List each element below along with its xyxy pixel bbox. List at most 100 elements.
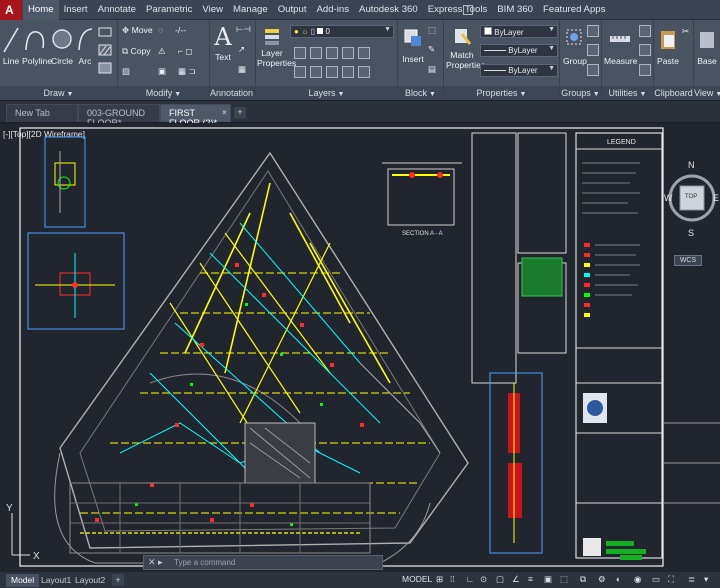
stretch-button[interactable]: ▨ xyxy=(122,66,130,77)
properties-panel-title[interactable]: Properties ▼ xyxy=(444,86,559,100)
tab-view[interactable]: View xyxy=(197,0,228,20)
view-panel-title[interactable]: View ▼ xyxy=(694,86,720,100)
layer-tool-icon[interactable] xyxy=(342,66,354,78)
viewcube-top-face[interactable]: TOP xyxy=(685,194,697,200)
base-view-button[interactable]: Base xyxy=(696,26,718,66)
clipboard-tool-icon[interactable]: ✂ xyxy=(682,26,689,37)
leader-button[interactable]: ↗ xyxy=(238,44,245,55)
layer-properties-button[interactable]: Layer Properties xyxy=(257,26,296,68)
scale-button[interactable]: ▣ xyxy=(158,66,166,77)
text-button[interactable]: A Text xyxy=(214,22,232,62)
group-edit-icon[interactable] xyxy=(587,44,599,56)
tab-output[interactable]: Output xyxy=(273,0,312,20)
fillet-button[interactable]: ⌐ ◻ xyxy=(178,46,193,57)
ortho-icon[interactable]: ∟ xyxy=(466,574,474,584)
linetype-dropdown[interactable]: ByLayer ▼ xyxy=(480,44,558,57)
mirror-button[interactable]: ⚠ xyxy=(158,46,166,57)
layout-tab-model[interactable]: Model xyxy=(6,574,40,587)
layout-tab-layout2[interactable]: Layout2 xyxy=(70,574,110,587)
tab-insert[interactable]: Insert xyxy=(59,0,93,20)
tab-home[interactable]: Home xyxy=(23,0,59,20)
clipboard-panel-title[interactable]: Clipboard xyxy=(654,86,693,100)
grid-icon[interactable]: ⊞ xyxy=(436,574,443,585)
otrack-icon[interactable]: ∠ xyxy=(512,574,520,585)
command-input[interactable]: Type a command xyxy=(174,558,235,567)
tab-annotate[interactable]: Annotate xyxy=(93,0,141,20)
hatch-icon[interactable] xyxy=(98,44,112,56)
minimize-ribbon-icon[interactable] xyxy=(463,5,473,15)
layer-tool-icon[interactable] xyxy=(310,66,322,78)
new-tab-icon[interactable]: + xyxy=(234,107,246,119)
osnap-icon[interactable]: ▢ xyxy=(496,574,504,585)
drawing-canvas[interactable]: [-][Top][2D Wireframe] SECTION A - A LEG… xyxy=(0,123,720,572)
file-tab-ground-floor[interactable]: 003-GROUND FLOOR* xyxy=(78,104,160,128)
layer-tool-icon[interactable] xyxy=(358,47,370,59)
file-tab-new[interactable]: New Tab xyxy=(6,104,78,122)
tab-featured-apps[interactable]: Featured Apps xyxy=(538,0,610,20)
measure-button[interactable]: Measure xyxy=(604,26,637,66)
color-dropdown[interactable]: ByLayer ▼ xyxy=(480,25,558,38)
isolate-icon[interactable]: ◐ xyxy=(616,574,621,584)
lineweight-icon[interactable]: ≡ xyxy=(528,574,533,584)
utility-tool-icon[interactable] xyxy=(639,64,651,76)
menu-icon[interactable]: ▾ xyxy=(704,574,708,585)
annotation-panel-title[interactable]: Annotation▼ xyxy=(210,86,262,100)
line-button[interactable]: Line xyxy=(2,24,20,66)
application-menu-button[interactable]: A xyxy=(0,0,22,20)
snap-icon[interactable]: ⁞⁞ xyxy=(450,574,455,584)
tab-manage[interactable]: Manage xyxy=(228,0,273,20)
viewcube-south[interactable]: S xyxy=(688,228,694,238)
modify-panel-title[interactable]: Modify ▼ xyxy=(118,86,209,100)
gradient-icon[interactable] xyxy=(98,62,112,74)
close-command-icon[interactable]: ✕ ▸ xyxy=(148,557,163,568)
hardware-accel-icon[interactable]: ◉ xyxy=(634,574,641,585)
utilities-panel-title[interactable]: Utilities ▼ xyxy=(602,86,653,100)
viewcube-north[interactable]: N xyxy=(688,160,695,170)
layer-tool-icon[interactable] xyxy=(294,47,306,59)
layer-tool-icon[interactable] xyxy=(326,47,338,59)
groups-panel-title[interactable]: Groups ▼ xyxy=(560,86,601,100)
tab-add-ins[interactable]: Add-ins xyxy=(312,0,355,20)
annotation-scale-icon[interactable]: ⧉ xyxy=(580,574,586,585)
layer-dropdown[interactable]: ● ☼ ▯ 0 ▼ xyxy=(290,25,394,38)
match-properties-button[interactable]: Match Properties xyxy=(446,26,485,70)
layers-panel-title[interactable]: Layers ▼ xyxy=(256,86,397,100)
polar-icon[interactable]: ⊙ xyxy=(480,574,487,585)
viewcube[interactable]: N S W E TOP xyxy=(664,160,720,243)
file-tab-first-floor[interactable]: FIRST FLOOR (2)* xyxy=(160,104,231,128)
attribute-button[interactable]: ▤ xyxy=(428,64,436,75)
circle-button[interactable]: Circle xyxy=(51,24,73,66)
ungroup-icon[interactable] xyxy=(587,25,599,37)
workspace-icon[interactable]: ⚙ xyxy=(598,574,606,585)
layer-tool-icon[interactable] xyxy=(326,66,338,78)
polyline-button[interactable]: Polyline xyxy=(22,24,52,66)
arc-button[interactable]: Arc xyxy=(76,24,94,66)
wcs-menu[interactable]: WCS xyxy=(674,255,702,266)
tab-bim-360[interactable]: BIM 360 xyxy=(492,0,538,20)
insert-button[interactable]: Insert xyxy=(400,24,426,64)
array-button[interactable]: ▦ ⊐ xyxy=(178,66,196,77)
tab-parametric[interactable]: Parametric xyxy=(141,0,197,20)
copy-button[interactable]: ⧉ Copy xyxy=(122,46,151,57)
fullscreen-icon[interactable]: ⛶ xyxy=(668,574,674,585)
selection-cycling-icon[interactable]: ⬚ xyxy=(560,574,568,585)
paste-button[interactable]: Paste xyxy=(656,26,680,66)
rotate-button[interactable]: ◌ xyxy=(158,25,163,35)
utility-tool-icon[interactable] xyxy=(639,25,651,37)
customize-icon[interactable]: ≣ xyxy=(688,574,695,585)
move-button[interactable]: ✥ Move xyxy=(122,25,153,36)
create-block-button[interactable]: ⬚ xyxy=(428,25,436,36)
viewcube-west[interactable]: W xyxy=(664,193,673,203)
table-button[interactable]: ▦ xyxy=(238,64,246,75)
group-select-icon[interactable] xyxy=(587,64,599,76)
layer-tool-icon[interactable] xyxy=(294,66,306,78)
viewcube-east[interactable]: E xyxy=(713,193,719,203)
dimension-button[interactable]: ⊢⊣ xyxy=(236,24,251,35)
tab-express-tools[interactable]: Express Tools xyxy=(423,0,493,20)
rectangle-icon[interactable] xyxy=(98,26,112,38)
tab-autodesk-360[interactable]: Autodesk 360 xyxy=(354,0,423,20)
group-button[interactable]: Group xyxy=(563,24,587,66)
layer-tool-icon[interactable] xyxy=(310,47,322,59)
model-space-toggle[interactable]: MODEL xyxy=(402,574,432,584)
layer-tool-icon[interactable] xyxy=(342,47,354,59)
